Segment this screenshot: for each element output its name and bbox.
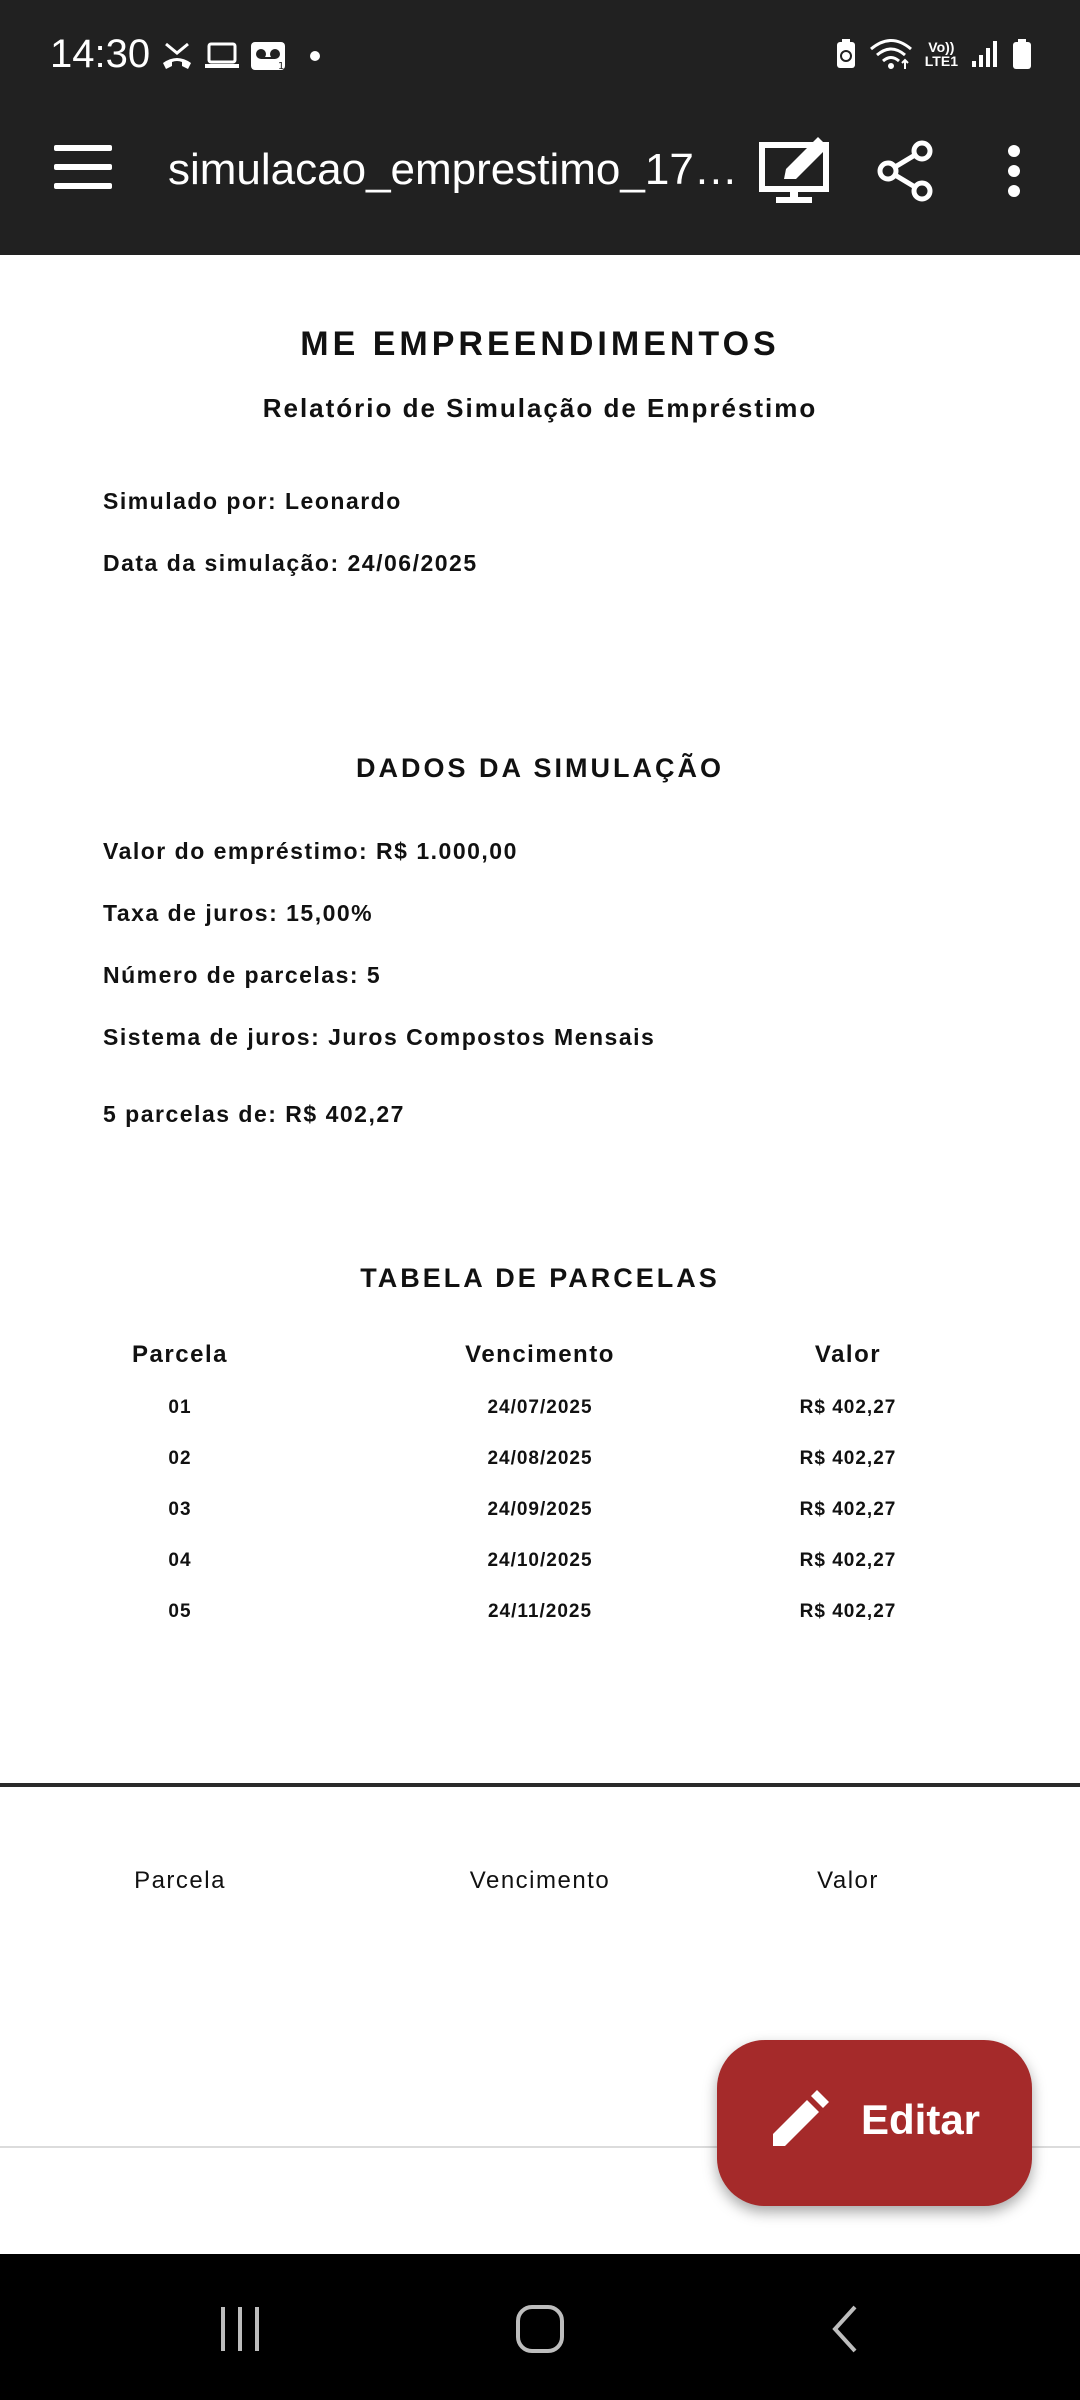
installments-count: Número de parcelas: 5 [103, 962, 382, 988]
cell-valor: R$ 402,27 [799, 1448, 897, 1469]
wifi-icon [869, 39, 912, 69]
section-data-title: DADOS DA SIMULAÇÃO [356, 753, 724, 783]
header-valor: Valor [817, 1867, 879, 1894]
battery-saver-icon [836, 39, 855, 68]
header-parcela: Parcela [134, 1867, 226, 1894]
cell-vencimento: 24/11/2025 [487, 1601, 593, 1622]
app-bar: simulacao_emprestimo_175… [0, 87, 1080, 255]
lte-label: LTE1 [924, 53, 958, 69]
cell-parcela: 05 [168, 1601, 192, 1622]
battery-icon [1013, 39, 1031, 69]
section-table-title: TABELA DE PARCELAS [360, 1263, 720, 1293]
cell-valor: R$ 402,27 [799, 1397, 897, 1418]
volte-lte-icon: Vo)) LTE1 [925, 40, 958, 68]
share-button[interactable] [862, 127, 950, 215]
report-title: Relatório de Simulação de Empréstimo [262, 393, 818, 423]
edit-button[interactable]: Editar [717, 2040, 1032, 2206]
edit-button-label: Editar [861, 2096, 981, 2143]
interest-rate: Taxa de juros: 15,00% [103, 900, 374, 926]
cell-valor: R$ 402,27 [799, 1550, 897, 1571]
cell-vencimento: 24/10/2025 [487, 1550, 593, 1571]
installments-summary: 5 parcelas de: R$ 402,27 [103, 1101, 405, 1127]
cell-parcela: 02 [168, 1448, 192, 1469]
more-options-button[interactable] [970, 127, 1058, 215]
home-button[interactable] [490, 2294, 590, 2364]
cell-parcela: 03 [168, 1499, 192, 1520]
back-icon [832, 2305, 857, 2353]
recents-icon [221, 2307, 259, 2351]
recents-button[interactable] [190, 2294, 290, 2364]
status-bar: 14:30 1 Vo)) LTE1 [0, 0, 1080, 87]
status-time: 14:30 [50, 32, 151, 76]
cell-vencimento: 24/09/2025 [487, 1499, 593, 1520]
header-vencimento: Vencimento [469, 1867, 611, 1894]
document-title: simulacao_emprestimo_175… [168, 145, 738, 194]
cell-vencimento: 24/08/2025 [487, 1448, 593, 1469]
menu-icon[interactable] [54, 145, 112, 189]
svg-text:1: 1 [278, 61, 284, 72]
status-icons-left: 1 [160, 40, 320, 72]
signal-icon [972, 41, 997, 67]
cell-valor: R$ 402,27 [799, 1499, 897, 1520]
cell-vencimento: 24/07/2025 [487, 1397, 593, 1418]
volte-label: Vo)) [928, 39, 955, 55]
edit-screen-icon [759, 137, 829, 203]
edit-screen-button[interactable] [754, 127, 842, 215]
header-vencimento: Vencimento [465, 1341, 615, 1368]
system-nav-bar [0, 2254, 1080, 2400]
company-name: ME EMPREENDIMENTOS [300, 325, 780, 363]
voicemail-icon: 1 [251, 42, 285, 72]
more-vert-icon [1008, 145, 1020, 197]
home-icon [516, 2305, 564, 2353]
interest-system: Sistema de juros: Juros Compostos Mensai… [103, 1024, 656, 1050]
notification-dot-icon [310, 51, 320, 61]
back-button[interactable] [795, 2294, 895, 2364]
cell-parcela: 01 [168, 1397, 192, 1418]
loan-value: Valor do empréstimo: R$ 1.000,00 [103, 838, 518, 864]
laptop-icon [205, 42, 239, 68]
share-icon [877, 140, 933, 202]
status-icons-right: Vo)) LTE1 [835, 38, 1032, 70]
pencil-icon [773, 2090, 829, 2146]
header-valor: Valor [814, 1341, 882, 1368]
header-parcela: Parcela [132, 1341, 228, 1368]
cell-parcela: 04 [168, 1550, 192, 1571]
cell-valor: R$ 402,27 [799, 1601, 897, 1622]
simulation-date: Data da simulação: 24/06/2025 [103, 550, 478, 576]
missed-call-icon [163, 42, 191, 69]
page-break-divider [0, 1783, 1080, 1787]
simulated-by: Simulado por: Leonardo [103, 488, 402, 514]
